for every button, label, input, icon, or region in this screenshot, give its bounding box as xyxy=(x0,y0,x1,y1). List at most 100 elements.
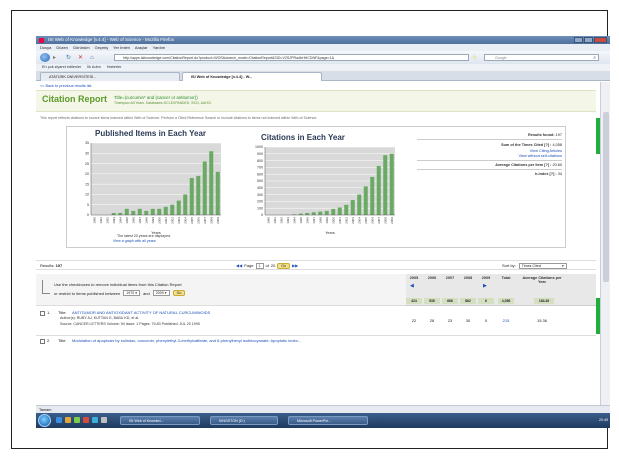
tab-strip: ATATÜRK ÜNİVERSİTESİ... ISI Web of Knowl… xyxy=(36,71,610,81)
x-tick-label: 1993 xyxy=(286,217,290,224)
prev-page-icon[interactable]: ◀◀ xyxy=(236,261,242,271)
prev-years-icon[interactable]: ◀ xyxy=(410,283,414,289)
chart-title-citations: Citations in Each Year xyxy=(261,133,345,142)
next-years-icon[interactable]: ▶ xyxy=(483,283,487,289)
row-number: 2. xyxy=(47,338,51,343)
menu-item-history[interactable]: Geçmiş xyxy=(95,44,109,51)
y-tick-label: 700 xyxy=(257,166,263,170)
forward-arrow-icon[interactable]: ▸ xyxy=(53,55,56,61)
home-icon[interactable]: ⌂ xyxy=(90,55,94,61)
title-label: Title: xyxy=(58,338,67,343)
y-tick-label: 100 xyxy=(257,206,263,210)
table-header-left: Use the checkboxes to remove individual … xyxy=(36,274,406,306)
year-header: 2006 xyxy=(427,276,437,280)
menu-bar: Dosya Düzen Görünüm Geçmiş Yer İmleri Ar… xyxy=(36,44,610,51)
maximize-button[interactable] xyxy=(584,37,593,43)
menu-item-bookmarks[interactable]: Yer İmleri xyxy=(113,44,130,51)
view-all-years-link[interactable]: View a graph with all years xyxy=(113,239,156,243)
y-tick-label: 800 xyxy=(257,159,263,163)
desktop-icon[interactable] xyxy=(92,417,98,423)
go-button[interactable]: Go xyxy=(277,263,291,269)
firefox-icon[interactable] xyxy=(83,417,89,423)
row-cell: 30 xyxy=(465,318,471,323)
x-tick-label: 1995 xyxy=(299,217,303,224)
reload-icon[interactable]: ↻ xyxy=(66,55,71,61)
grand-total: 4,058 xyxy=(498,298,514,304)
task-firefox[interactable]: ISI Web of Knowled... xyxy=(120,416,200,425)
bar xyxy=(311,212,316,215)
browser-screenshot: ISI Web of Knowledge [v.4.4] - Web of Sc… xyxy=(36,36,610,428)
back-to-results-link[interactable]: << Back to previous results list xyxy=(40,84,92,88)
address-bar[interactable]: http://apps.isiknowledge.com/CitationRep… xyxy=(114,54,469,61)
article-source: Source: CANCER LETTERS Volume: 94 Issue:… xyxy=(60,322,200,326)
chart-title-published: Published Items in Each Year xyxy=(95,129,207,138)
menu-item-view[interactable]: Görünüm xyxy=(73,44,90,51)
menu-item-tools[interactable]: Araçlar xyxy=(135,44,148,51)
sort-label: Sort by: xyxy=(502,263,516,268)
y-tick-label: 5 xyxy=(87,203,89,207)
sort-select[interactable]: Times Cited ▾ xyxy=(518,263,567,269)
close-button[interactable] xyxy=(594,37,607,43)
bookmark-news[interactable]: Haberler xyxy=(107,64,122,71)
x-tick-label: 1992 xyxy=(105,217,109,224)
row-cell: 23 xyxy=(447,318,453,323)
tab-web-of-knowledge[interactable]: ISI Web of Knowledge [v.4.4] - W... xyxy=(182,72,322,81)
y-tick-label: 1000 xyxy=(255,145,263,149)
range-from-select[interactable]: 1970 ▾ xyxy=(123,290,141,296)
row-checkbox[interactable] xyxy=(40,311,45,316)
tab-ataturk[interactable]: ATATÜRK ÜNİVERSİTESİ... xyxy=(40,72,180,81)
search-input[interactable]: Google ⌕ xyxy=(484,54,599,61)
menu-item-help[interactable]: Yardım xyxy=(153,44,166,51)
media-icon[interactable] xyxy=(74,417,80,423)
row-checkbox[interactable] xyxy=(40,339,45,344)
task-powerpoint[interactable]: Microsoft PowerPoi... xyxy=(288,416,368,425)
status-text: Tamam xyxy=(39,408,52,412)
bookmark-most-visited[interactable]: En çok ziyaret edilenler xyxy=(42,64,81,71)
stats-divider xyxy=(417,160,562,161)
x-tick-label: 1996 xyxy=(131,217,135,224)
view-without-self-citations-link[interactable]: View without self-citations xyxy=(417,154,562,158)
scrollbar-thumb[interactable] xyxy=(603,112,609,282)
article-title-link[interactable]: ANTITUMOR AND ANTIOXIDANT ACTIVITY OF NA… xyxy=(72,310,210,315)
url-text: http://apps.isiknowledge.com/CitationRep… xyxy=(123,56,335,60)
page-title: Citation Report xyxy=(42,94,107,104)
vertical-scrollbar[interactable] xyxy=(600,82,610,405)
x-tick-label: 2005 xyxy=(190,217,194,224)
menu-item-file[interactable]: Dosya xyxy=(40,44,51,51)
search-icon[interactable]: ⌕ xyxy=(593,55,596,61)
bookmark-star-icon[interactable]: ☆ xyxy=(472,55,477,61)
x-tick-label: 2001 xyxy=(338,217,342,224)
start-button[interactable] xyxy=(38,414,51,427)
minimize-button[interactable] xyxy=(574,37,583,43)
bookmark-getting-started[interactable]: İlk Adım xyxy=(87,64,101,71)
row-total-link[interactable]: 215 xyxy=(498,318,514,323)
view-citing-articles-link[interactable]: View Citing Articles xyxy=(417,149,562,153)
menu-item-edit[interactable]: Düzen xyxy=(56,44,68,51)
tab-label: ISI Web of Knowledge [v.4.4] - W... xyxy=(191,75,253,79)
folder-icon[interactable] xyxy=(65,417,71,423)
page-number-input[interactable]: 1 xyxy=(255,263,264,269)
results-label: Results: xyxy=(40,263,55,268)
range-to-select[interactable]: 2009 ▾ xyxy=(152,290,170,296)
x-tick-label: 2000 xyxy=(331,217,335,224)
bar xyxy=(363,186,368,215)
title-label: Title: xyxy=(58,310,67,315)
task-kingston[interactable]: KINGSTON (D:) xyxy=(210,416,278,425)
ie-icon[interactable] xyxy=(56,417,62,423)
row-number: 1. xyxy=(47,310,51,315)
x-tick-label: 1996 xyxy=(305,217,309,224)
of-label: of xyxy=(265,263,269,268)
x-tick-label: 1990 xyxy=(266,217,270,224)
average-header: Average Citations per Year xyxy=(522,276,562,284)
results-count: Results: 197 xyxy=(40,261,62,271)
back-arrow-icon[interactable] xyxy=(40,53,50,62)
range-go-button[interactable]: Go xyxy=(172,290,186,296)
bar xyxy=(144,210,149,215)
average-citations-row: Average Citations per Item [?] : 20.60 xyxy=(417,163,562,167)
next-page-icon[interactable]: ▶▶ xyxy=(292,261,298,271)
article-title-link[interactable]: Modulation of apoptosis by sulindac, cur… xyxy=(72,338,301,343)
x-tick-label: 2000 xyxy=(157,217,161,224)
app-icon[interactable] xyxy=(101,417,107,423)
range-and-label: and xyxy=(143,290,150,296)
stop-icon[interactable]: ✕ xyxy=(78,55,83,61)
